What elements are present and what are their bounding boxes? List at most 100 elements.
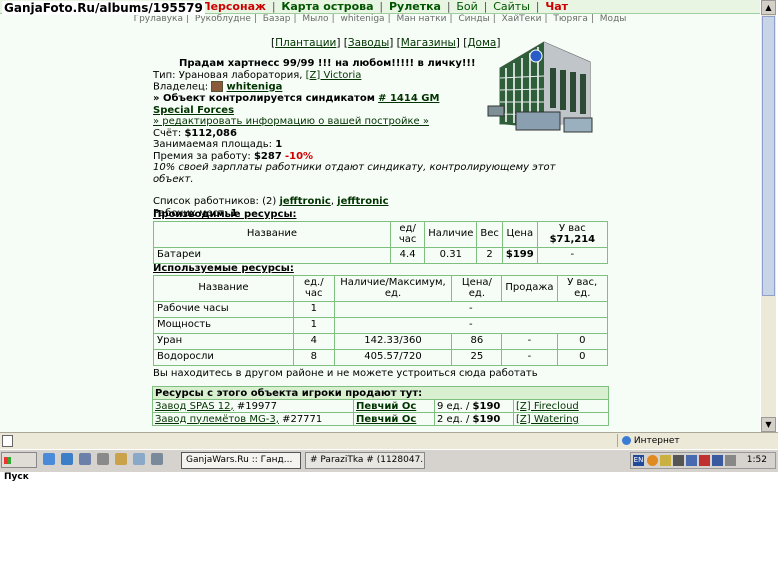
island-link[interactable]: [Z] Watering — [516, 414, 579, 425]
worker-link[interactable]: jefftronic — [337, 196, 388, 207]
clock[interactable]: 1:52 — [747, 455, 767, 465]
table-header-row: Название ед/час Наличие Вес Цена У вас $… — [153, 220, 609, 248]
watermark-text: GanjaFoto.Ru/albums/195579 — [2, 1, 205, 15]
table-row: Завод SPAS 12, #19977 Певчий Ос 9 ед. / … — [152, 399, 609, 413]
seller-link[interactable]: Певчий Ос — [356, 401, 416, 412]
used-title: Используемые ресурсы: — [153, 263, 294, 274]
sub-navigation: Грулавука | Рукоблудне | Базар | Мыло | whit… — [133, 14, 627, 24]
resource-stock: 0.31 — [424, 246, 478, 264]
col-header: У вас $71,214 — [536, 220, 609, 248]
resource-name: Мощность — [153, 316, 294, 334]
seller-link[interactable]: Певчий Ос — [356, 414, 416, 425]
owner-label: Владелец: — [153, 81, 209, 93]
col-header: Наличие — [424, 220, 478, 248]
tray-app-icon[interactable] — [699, 455, 710, 466]
subnav-item[interactable]: Моды — [600, 14, 627, 24]
syndicate-emblem-icon — [211, 81, 224, 92]
tray-app-icon[interactable] — [686, 455, 697, 466]
resource-name: Водоросли — [153, 348, 294, 366]
table-row: Уран 4 142.33/360 86 - 0 — [153, 332, 608, 350]
menu-factories[interactable]: Заводы — [348, 37, 389, 49]
produced-resources-section: Производимые ресурсы: Название ед/час На… — [153, 209, 609, 264]
taskbar-window-ganjawars[interactable]: GanjaWars.Ru :: Ганд... — [181, 452, 301, 469]
col-header: Цена — [501, 220, 538, 248]
resource-have: 0 — [556, 348, 608, 366]
resource-sale: - — [501, 348, 558, 366]
resource-stock: 142.33/360 — [333, 332, 453, 350]
resource-weight: 2 — [476, 246, 503, 264]
col-header: Название — [153, 220, 391, 248]
media-player-icon[interactable] — [79, 453, 91, 465]
nav-chat[interactable]: Чат — [545, 0, 568, 13]
resource-rate: 8 — [293, 348, 335, 366]
vertical-scrollbar[interactable]: ▲ ▼ — [761, 0, 776, 432]
col-header: ед/час — [389, 220, 426, 248]
folder-icon[interactable] — [115, 453, 127, 465]
island-link[interactable]: [Z] Victoria — [306, 70, 362, 81]
table-row: Завод пулемётов MG-3, #27771 Певчий Ос 2… — [152, 412, 609, 426]
document-icon[interactable] — [151, 453, 163, 465]
tray-app-icon[interactable] — [673, 455, 684, 466]
resource-price: $199 — [501, 246, 538, 264]
start-button[interactable]: Пуск — [1, 452, 37, 482]
subnav-item[interactable]: whiteniga — [340, 14, 384, 24]
cannot-work-note: Вы находитесь в другом районе и не может… — [153, 367, 538, 379]
scroll-up-icon[interactable]: ▲ — [761, 0, 776, 15]
subnav-item[interactable]: Ман натки — [396, 14, 446, 24]
table-row: Батареи 4.4 0.31 2 $199 - — [153, 246, 609, 264]
trade-place: Завод SPAS 12, #19977 — [152, 399, 354, 413]
worker-link[interactable]: jefftronic — [279, 196, 330, 207]
scroll-thumb[interactable] — [762, 16, 775, 296]
app-icon[interactable] — [97, 453, 109, 465]
nav-fight[interactable]: Бой — [456, 0, 477, 13]
trade-place-link[interactable]: Завод пулемётов MG-3, — [155, 414, 279, 425]
building-type: Урановая лаборатория, — [178, 69, 303, 81]
subnav-item[interactable]: Рукоблудне — [195, 14, 251, 24]
used-resources-section: Используемые ресурсы: Название ед./час Н… — [153, 263, 609, 379]
bonus-note: 10% своей зарплаты работники отдают синд… — [153, 162, 556, 185]
subnav-item[interactable]: Синды — [458, 14, 489, 24]
subnav-item[interactable]: Базар — [263, 14, 291, 24]
windows-taskbar: Пуск GanjaWars.Ru :: Ганд... # ParaziTka… — [0, 449, 778, 482]
tray-app-icon[interactable] — [660, 455, 671, 466]
subnav-item[interactable]: Тюряга — [553, 14, 587, 24]
browser-icon[interactable] — [61, 453, 73, 465]
have-total: $71,214 — [549, 234, 596, 245]
table-row: Рабочие часы 1 - — [153, 300, 609, 318]
scroll-down-icon[interactable]: ▼ — [761, 417, 776, 432]
resource-price: 25 — [451, 348, 503, 366]
taskbar-window-chat[interactable]: # ParaziTka # (1128047... — [305, 452, 425, 469]
language-indicator[interactable]: EN — [633, 455, 644, 466]
nav-sites[interactable]: Сайты — [493, 0, 530, 13]
subnav-item[interactable]: Мыло — [302, 14, 328, 24]
subnav-item[interactable]: ХайТеки — [502, 14, 542, 24]
trade-seller: Певчий Ос — [353, 399, 435, 413]
resource-sale: - — [501, 332, 558, 350]
tray-app-icon[interactable] — [647, 455, 658, 466]
table-header-row: Название ед./час Наличие/Максимум, ед. Ц… — [153, 274, 608, 302]
ie-icon[interactable] — [43, 453, 55, 465]
trade-place-link[interactable]: Завод SPAS 12, — [155, 401, 234, 412]
volume-icon[interactable] — [725, 455, 736, 466]
menu-shops[interactable]: Магазины — [401, 37, 456, 49]
security-zone: Интернет — [617, 434, 680, 447]
syndicate-prefix: » Объект контролируется синдикатом — [153, 93, 375, 104]
nav-island-map[interactable]: Карта острова — [281, 0, 373, 13]
nav-roulette[interactable]: Рулетка — [389, 0, 441, 13]
resource-rate: 4.4 — [389, 246, 426, 264]
area-value: 1 — [275, 139, 283, 150]
trade-qty-price: 2 ед. / $190 — [434, 412, 514, 426]
building-info: Прадам хартнесс 99/99 !!! на любом!!!!! … — [153, 58, 556, 219]
edit-building-link[interactable]: » редактировать информацию о вашей постр… — [153, 116, 429, 127]
nav-character[interactable]: Персонаж — [201, 0, 266, 13]
table-header-row: Ресурсы с этого объекта игроки продают т… — [152, 386, 609, 400]
workers-label: Список работников: (2) — [153, 196, 277, 207]
subnav-item[interactable]: Грулавука — [134, 14, 183, 24]
island-link[interactable]: [Z] Firecloud — [516, 401, 579, 412]
owner-link[interactable]: whiteniga — [227, 82, 283, 93]
account-label: Счёт: — [153, 127, 182, 139]
trade-place: Завод пулемётов MG-3, #27771 — [152, 412, 354, 426]
notepad-icon[interactable] — [133, 453, 145, 465]
menu-plantations[interactable]: Плантации — [275, 37, 336, 49]
tray-app-icon[interactable] — [712, 455, 723, 466]
